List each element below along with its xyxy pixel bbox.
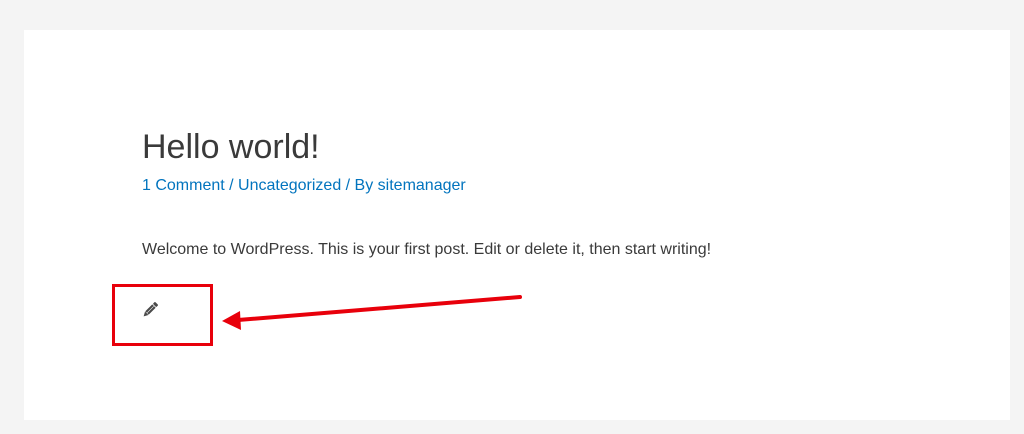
post-content: Welcome to WordPress. This is your first… xyxy=(142,241,712,258)
post-title: Hello world! xyxy=(142,128,320,166)
meta-author-prefix: / By xyxy=(341,177,378,194)
post-card xyxy=(24,30,1010,420)
post-meta: 1 Comment / Uncategorized / By sitemanag… xyxy=(142,176,466,196)
category-link[interactable]: Uncategorized xyxy=(238,177,341,194)
author-link[interactable]: sitemanager xyxy=(378,177,466,194)
pencil-icon xyxy=(143,301,159,317)
edit-post-button[interactable] xyxy=(140,300,160,320)
comments-link[interactable]: 1 Comment xyxy=(142,177,225,194)
meta-separator: / xyxy=(224,177,239,194)
